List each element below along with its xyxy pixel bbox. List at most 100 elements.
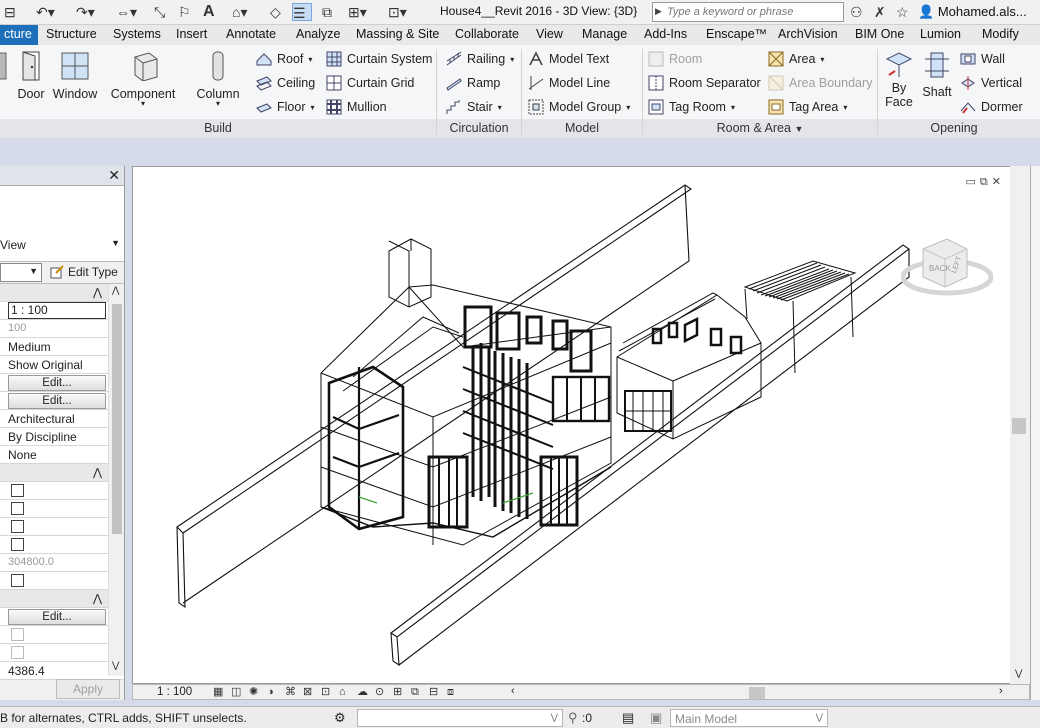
mullion-button[interactable]: Mullion: [326, 97, 387, 117]
analytical-model-icon[interactable]: ⧉: [411, 685, 425, 699]
reveal-constraints-icon[interactable]: ⧈: [447, 685, 461, 699]
render-icon[interactable]: ⌘: [285, 685, 299, 699]
property-view-scale[interactable]: 1 : 100: [0, 302, 124, 320]
curtain-system-button[interactable]: Curtain System: [326, 49, 432, 69]
show-crop-icon[interactable]: ⊡: [321, 685, 335, 699]
section-header-camera[interactable]: ⋀: [0, 590, 124, 608]
tab-systems[interactable]: Systems: [113, 27, 161, 41]
scroll-down-icon[interactable]: ⋁: [1015, 668, 1022, 679]
tag-room-button[interactable]: Tag Room ▾: [648, 97, 735, 117]
window-button[interactable]: Window: [52, 51, 98, 101]
section-box-checkbox[interactable]: [11, 574, 24, 587]
close-icon[interactable]: ✕: [108, 167, 120, 184]
by-face-button[interactable]: By Face: [880, 51, 918, 109]
undo-icon[interactable]: ↶▾: [36, 3, 55, 21]
measure-icon[interactable]: ⇔▾: [116, 3, 137, 21]
room-button[interactable]: Room: [648, 49, 702, 69]
scroll-right-icon[interactable]: ›: [999, 685, 1003, 697]
area-boundary-button[interactable]: Area Boundary: [768, 73, 872, 93]
room-separator-button[interactable]: Room Separator: [648, 73, 761, 93]
type-selector[interactable]: View ▼: [0, 186, 124, 262]
property-sun-path[interactable]: None: [0, 446, 124, 464]
area-dropdown-icon[interactable]: ▾: [820, 55, 824, 64]
edit-type-button[interactable]: Edit Type: [50, 265, 118, 279]
tag-icon[interactable]: ⚐: [178, 3, 191, 21]
active-workset-dropdown[interactable]: ⋁: [357, 709, 563, 727]
tab-bim-one[interactable]: BIM One: [855, 27, 904, 41]
shaft-button[interactable]: Shaft: [918, 51, 956, 99]
text-icon[interactable]: A: [203, 3, 215, 21]
scrollbar-thumb[interactable]: [1012, 418, 1026, 434]
roof-button[interactable]: Roof ▾: [256, 49, 312, 69]
column-button[interactable]: Column ▾: [194, 51, 242, 108]
tab-archvision[interactable]: ArchVision: [778, 27, 838, 41]
model-group-button[interactable]: Model Group ▾: [528, 97, 630, 117]
tag-area-dropdown-icon[interactable]: ▾: [843, 103, 847, 112]
model-line-button[interactable]: Model Line: [528, 73, 610, 93]
scroll-down-icon[interactable]: ⋁: [112, 660, 119, 671]
locked-orientation-checkbox[interactable]: [11, 628, 24, 641]
stair-dropdown-icon[interactable]: ▾: [498, 103, 502, 112]
sun-path-icon[interactable]: ✺: [249, 685, 263, 699]
worksets-icon[interactable]: ⚙: [334, 710, 346, 726]
horizontal-scrollbar-thumb[interactable]: [749, 687, 765, 699]
search-input[interactable]: ▶ Type a keyword or phrase: [652, 2, 844, 22]
tab-structure[interactable]: Structure: [46, 27, 97, 41]
annotation-crop-checkbox[interactable]: [11, 520, 24, 533]
thin-lines-icon[interactable]: ☰: [292, 3, 312, 21]
property-detail-level[interactable]: Medium: [0, 338, 124, 356]
dimension-icon[interactable]: ⤡: [154, 3, 165, 21]
tab-insert[interactable]: Insert: [176, 27, 207, 41]
ceiling-button[interactable]: Ceiling: [256, 73, 315, 93]
property-show-hidden-lines[interactable]: By Discipline: [0, 428, 124, 446]
view-scale-value[interactable]: 1 : 100: [8, 302, 106, 319]
close-hidden-icon[interactable]: ⧉: [322, 3, 332, 21]
tag-area-button[interactable]: Tag Area ▾: [768, 97, 847, 117]
expand-arrow-icon[interactable]: ▶: [655, 6, 662, 17]
section-header-graphics[interactable]: ⋀: [0, 284, 124, 302]
detail-level-icon[interactable]: ▦: [213, 685, 227, 699]
tab-annotate[interactable]: Annotate: [226, 27, 276, 41]
crop-view-checkbox[interactable]: [11, 484, 24, 497]
door-button[interactable]: Door: [14, 51, 48, 101]
view-scale-button[interactable]: 1 : 100: [157, 686, 192, 698]
tab-manage[interactable]: Manage: [582, 27, 627, 41]
folder-icon[interactable]: ⊟: [4, 3, 16, 21]
dormer-button[interactable]: Dormer: [960, 97, 1023, 117]
scroll-up-icon[interactable]: ⋀: [112, 285, 119, 296]
section-icon[interactable]: ◇: [270, 3, 281, 21]
vertical-opening-button[interactable]: Vertical: [960, 73, 1022, 93]
component-button[interactable]: Component ▾: [108, 51, 178, 108]
unlocked-view-icon[interactable]: ⌂: [339, 685, 353, 699]
properties-scrollbar[interactable]: ⋀ ⋁: [108, 284, 124, 676]
reveal-hidden-icon[interactable]: ⊙: [375, 685, 389, 699]
tab-lumion[interactable]: Lumion: [920, 27, 961, 41]
far-clip-checkbox[interactable]: [11, 538, 24, 551]
redo-icon[interactable]: ↷▾: [76, 3, 95, 21]
railing-button[interactable]: Railing ▾: [446, 49, 514, 69]
floor-dropdown-icon[interactable]: ▾: [310, 103, 314, 112]
tab-enscape[interactable]: Enscape™: [706, 27, 767, 41]
instance-filter-dropdown[interactable]: ▼: [0, 263, 42, 282]
visual-style-icon[interactable]: ◫: [231, 685, 245, 699]
type-dropdown-icon[interactable]: ▼: [111, 238, 120, 248]
crop-view-icon[interactable]: ⊠: [303, 685, 317, 699]
shadows-icon[interactable]: ◑: [267, 685, 281, 699]
apply-button[interactable]: Apply: [56, 679, 120, 699]
roof-dropdown-icon[interactable]: ▾: [308, 55, 312, 64]
tag-room-dropdown-icon[interactable]: ▾: [731, 103, 735, 112]
property-parts-visibility[interactable]: Show Original: [0, 356, 124, 374]
drawing-area[interactable]: ▭⧉✕ BACK LEFT: [132, 166, 1030, 684]
edit-graphic-display-button[interactable]: Edit...: [8, 393, 106, 409]
curtain-grid-button[interactable]: Curtain Grid: [326, 73, 414, 93]
crop-region-visible-checkbox[interactable]: [11, 502, 24, 515]
editing-requests-icon[interactable]: ▤: [622, 710, 634, 726]
tab-collaborate[interactable]: Collaborate: [455, 27, 519, 41]
temporary-view-properties-icon[interactable]: ⊞: [393, 685, 407, 699]
model-group-dropdown-icon[interactable]: ▾: [626, 103, 630, 112]
favorites-star-icon[interactable]: ☆: [896, 3, 909, 21]
filter-icon[interactable]: ⚲: [568, 710, 578, 726]
edit-visibility-button[interactable]: Edit...: [8, 375, 106, 391]
perspective-checkbox[interactable]: [11, 646, 24, 659]
property-discipline[interactable]: Architectural: [0, 410, 124, 428]
